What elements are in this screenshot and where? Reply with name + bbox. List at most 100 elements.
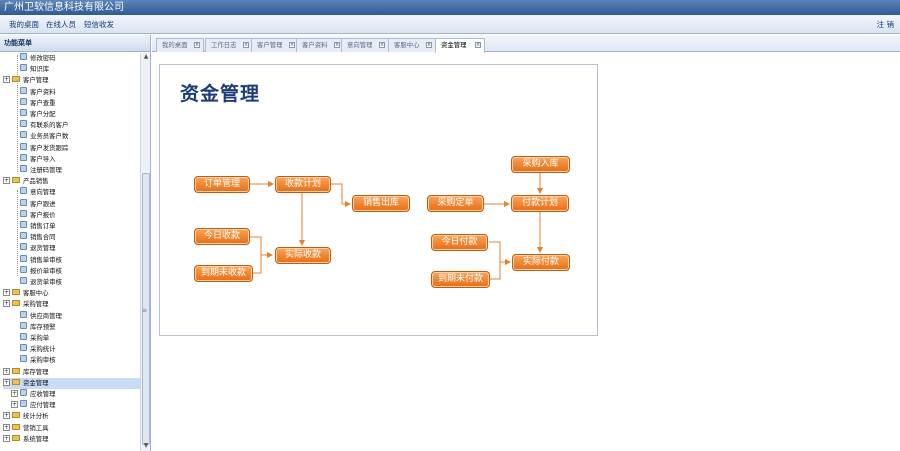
- close-icon[interactable]: ×: [289, 42, 295, 48]
- tree-folder[interactable]: + 统计分析: [3, 411, 49, 422]
- expander-icon[interactable]: +: [3, 177, 10, 185]
- scroll-up-icon[interactable]: ▲: [142, 53, 150, 61]
- tree-label: 退货管理: [30, 244, 56, 253]
- expander-icon[interactable]: +: [3, 423, 10, 431]
- tree-folder[interactable]: + 产品销售: [3, 176, 49, 187]
- expander-icon[interactable]: +: [3, 412, 10, 420]
- tree-item[interactable]: 退货管理: [20, 243, 56, 254]
- expander-icon[interactable]: +: [11, 401, 18, 409]
- tree-folder[interactable]: + 应付管理: [11, 400, 56, 411]
- tree-item[interactable]: 销售合同: [20, 232, 56, 243]
- tree-item[interactable]: 客户发货跟踪: [20, 142, 69, 154]
- tree-item[interactable]: 知识库: [20, 64, 49, 75]
- close-icon[interactable]: ×: [475, 42, 481, 48]
- node-purchase-order[interactable]: 采购定单: [427, 195, 484, 212]
- close-icon[interactable]: ×: [194, 42, 200, 48]
- node-today-receipt[interactable]: 今日收款: [194, 228, 250, 245]
- close-icon[interactable]: ×: [426, 42, 432, 48]
- sidebar-scrollbar[interactable]: ▲ ≡ ▼: [140, 53, 150, 451]
- tree-item[interactable]: 库存预警: [20, 321, 56, 333]
- tree-folder[interactable]: + 应收管理: [11, 389, 56, 400]
- tree-label: 客户发货跟踪: [30, 143, 69, 152]
- node-sales-out[interactable]: 销售出库: [352, 195, 410, 212]
- tree-folder[interactable]: + 资金管理: [3, 377, 140, 389]
- tree-label: 业务员客户数: [30, 132, 69, 141]
- tab-label: 我的桌面: [162, 41, 188, 49]
- tab-my-desktop[interactable]: 我的桌面 ×: [156, 38, 204, 52]
- tree-folder[interactable]: + 库存管理: [3, 367, 49, 378]
- tab-label: 工作日志: [211, 41, 237, 49]
- node-due-unreceived[interactable]: 到期未收款: [194, 265, 253, 282]
- tree-folder[interactable]: + 客户管理: [3, 75, 49, 86]
- tree-item[interactable]: 客户报价: [20, 209, 56, 221]
- tree-item[interactable]: 客户跟进: [20, 198, 56, 210]
- tab-service-center[interactable]: 客服中心 ×: [388, 38, 436, 52]
- expander-icon[interactable]: +: [3, 289, 10, 297]
- nav-my-desktop[interactable]: 我的桌面: [9, 19, 39, 30]
- nav-online-users[interactable]: 在线人员: [46, 19, 76, 30]
- tree-label: 库存预警: [30, 322, 56, 331]
- tab-intent-mgmt[interactable]: 意向管理 ×: [341, 38, 389, 52]
- tab-work-log[interactable]: 工作日志 ×: [205, 38, 253, 52]
- node-actual-payment[interactable]: 实际付款: [512, 254, 570, 271]
- tree-item[interactable]: 客户导入: [20, 153, 56, 165]
- expander-icon[interactable]: +: [3, 434, 10, 442]
- page-icon: [20, 97, 27, 105]
- expander-icon[interactable]: +: [11, 390, 18, 397]
- tree-item[interactable]: 报价单审核: [20, 265, 62, 277]
- tab-customer-profile[interactable]: 客户资料 ×: [296, 38, 344, 52]
- tree-folder[interactable]: + 营销工具: [3, 423, 49, 434]
- node-order-management[interactable]: 订单管理: [194, 176, 250, 193]
- tree-item[interactable]: 销售单审核: [20, 254, 62, 266]
- app-title: 广州卫软信息科技有限公司: [4, 2, 124, 13]
- tree-item[interactable]: 注册码管理: [20, 165, 62, 176]
- expander-icon[interactable]: +: [3, 300, 10, 308]
- tree-guide-line: [17, 55, 18, 75]
- nav-sms[interactable]: 短信收发: [84, 19, 114, 30]
- tree-item[interactable]: 供应商管理: [20, 310, 62, 322]
- close-icon[interactable]: ×: [379, 42, 385, 48]
- node-purchase-in[interactable]: 采购入库: [511, 156, 570, 173]
- tab-fund-mgmt[interactable]: 资金管理 ×: [435, 38, 485, 53]
- node-payment-plan[interactable]: 付款计划: [511, 195, 569, 212]
- tab-customer-mgmt[interactable]: 客户管理 ×: [251, 38, 299, 52]
- tree-item[interactable]: 有联系的客户: [20, 120, 68, 131]
- tree-item[interactable]: 客户资料: [20, 86, 56, 98]
- tree-label: 有联系的客户: [30, 121, 69, 130]
- tree-item[interactable]: 客户分配: [20, 109, 56, 120]
- tree-label: 客户导入: [30, 154, 56, 163]
- sidebar: 功能菜单 修改密码 知识库 + 客户管理 客户资料 客户查重 客户分配 有联系的客户 业务员客户…: [0, 35, 151, 451]
- node-actual-receipt[interactable]: 实际收款: [275, 247, 331, 264]
- close-icon[interactable]: ×: [243, 42, 249, 48]
- expander-icon[interactable]: +: [3, 367, 10, 375]
- tree-label: 应付管理: [30, 401, 56, 410]
- tree-item[interactable]: 采购审核: [20, 355, 56, 366]
- top-nav-bar: 我的桌面 在线人员 短信收发 注 销: [0, 15, 900, 34]
- close-icon[interactable]: ×: [334, 42, 340, 48]
- tree-label: 营销工具: [23, 423, 49, 432]
- tree-item[interactable]: 业务员客户数: [20, 131, 68, 142]
- node-due-unpaid[interactable]: 到期未付款: [431, 271, 490, 288]
- tree-label: 退货单审核: [30, 278, 62, 286]
- tree-label: 客户管理: [23, 76, 49, 85]
- tree-item[interactable]: 客户查重: [20, 97, 56, 109]
- tree-item[interactable]: 退货单审核: [20, 277, 62, 288]
- expander-icon[interactable]: +: [3, 76, 10, 84]
- page-icon: [20, 86, 27, 94]
- node-today-payment[interactable]: 今日付款: [431, 234, 488, 251]
- tree-folder[interactable]: + 采购管理: [3, 299, 49, 310]
- tree-folder[interactable]: + 系统管理: [3, 434, 49, 445]
- page-icon: [20, 310, 27, 318]
- tree-item[interactable]: 意向管理: [20, 187, 56, 198]
- tree-label: 修改密码: [30, 54, 56, 62]
- node-collection-plan[interactable]: 收款计划: [275, 176, 331, 193]
- tree-item[interactable]: 采购统计: [20, 344, 56, 355]
- logout-link[interactable]: 注 销: [877, 19, 894, 30]
- tree-item[interactable]: 销售订单: [20, 221, 56, 232]
- tree-item[interactable]: 采购单: [20, 333, 49, 344]
- scroll-down-icon[interactable]: ▼: [142, 442, 150, 450]
- expander-icon[interactable]: +: [3, 378, 10, 386]
- tree-label: 注册码管理: [30, 166, 62, 174]
- tree-item[interactable]: 修改密码: [20, 53, 56, 64]
- tree-folder[interactable]: + 客服中心: [3, 288, 49, 299]
